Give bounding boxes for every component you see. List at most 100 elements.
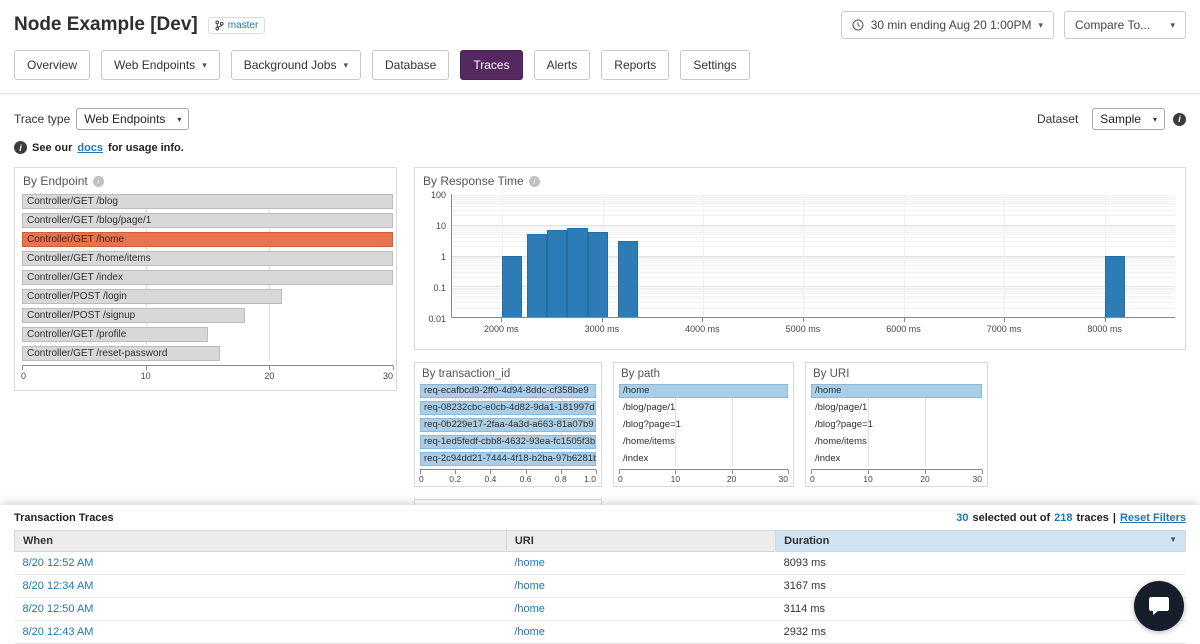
facet-row[interactable]: req-ecafbcd9-2ff0-4d94-8ddc-cf358be9 xyxy=(420,384,596,398)
trace-type-select[interactable]: Web Endpoints ▾ xyxy=(76,108,189,130)
facet-row[interactable]: req-2c94dd21-7444-4f18-b2ba-97b6281b xyxy=(420,452,596,466)
facet-row[interactable]: Controller/POST /login xyxy=(22,289,393,304)
panel-title: By Endpoint i xyxy=(15,168,396,192)
axis-tick-label: 0 xyxy=(21,371,26,381)
facet-row[interactable]: /home/items xyxy=(619,435,788,449)
info-icon[interactable]: i xyxy=(93,176,104,187)
tab-label: Database xyxy=(385,58,436,72)
histogram-bar[interactable] xyxy=(547,230,567,317)
histogram-bar[interactable] xyxy=(527,234,547,317)
uri-link[interactable]: /home xyxy=(514,580,545,592)
clock-icon xyxy=(852,19,864,31)
column-label: URI xyxy=(515,535,534,547)
x-axis: 0102030 xyxy=(619,469,788,485)
axis-tick xyxy=(702,318,703,322)
x-axis: 0102030 xyxy=(811,469,982,485)
column-header-uri[interactable]: URI xyxy=(506,531,775,552)
x-axis: 00.20.40.60.81.0 xyxy=(420,469,596,485)
column-header-duration[interactable]: Duration ▼ xyxy=(776,531,1186,552)
histogram-bar[interactable] xyxy=(588,232,608,317)
tab-overview[interactable]: Overview xyxy=(14,50,90,80)
traces-table: When URI Duration ▼ 8/20 12:52 AM/home80… xyxy=(14,530,1186,644)
trace-type-label: Trace type xyxy=(14,112,70,126)
facet-row[interactable]: Controller/GET /blog xyxy=(22,194,393,209)
dataset-select[interactable]: Sample ▾ xyxy=(1092,108,1165,130)
facet-row[interactable]: Controller/GET /home/items xyxy=(22,251,393,266)
facet-row[interactable]: /index xyxy=(811,452,982,466)
chart-body: 1001010.10.01 xyxy=(415,192,1185,318)
histogram-bar[interactable] xyxy=(502,256,522,318)
facet-label: /home/items xyxy=(811,435,982,449)
when-link[interactable]: 8/20 12:50 AM xyxy=(23,603,94,615)
axis-tick-label: 0.4 xyxy=(484,474,496,484)
facet-row[interactable]: /home/items xyxy=(811,435,982,449)
tab-label: Settings xyxy=(693,58,736,72)
tab-background-jobs[interactable]: Background Jobs▾ xyxy=(231,50,361,80)
traces-title: Transaction Traces xyxy=(14,512,114,524)
tab-settings[interactable]: Settings xyxy=(680,50,749,80)
info-icon: i xyxy=(14,141,27,154)
panel-title-text: By Endpoint xyxy=(23,174,88,188)
reset-filters-link[interactable]: Reset Filters xyxy=(1120,512,1186,524)
facet-row[interactable]: Controller/GET /blog/page/1 xyxy=(22,213,393,228)
facet-row[interactable]: Controller/GET /reset-password xyxy=(22,346,393,361)
facet-row[interactable]: req-1ed5fedf-cbb8-4632-93ea-fc1505f3b xyxy=(420,435,596,449)
tab-web-endpoints[interactable]: Web Endpoints▾ xyxy=(101,50,220,80)
facet-row[interactable]: Controller/GET /home xyxy=(22,232,393,247)
axis-tick-label: 10 xyxy=(141,371,151,381)
when-link[interactable]: 8/20 12:34 AM xyxy=(23,580,94,592)
histogram-bar[interactable] xyxy=(618,241,638,317)
facet-row[interactable]: Controller/GET /index xyxy=(22,270,393,285)
uri-link[interactable]: /home xyxy=(514,626,545,638)
facet-label: req-1ed5fedf-cbb8-4632-93ea-fc1505f3b xyxy=(420,435,596,449)
column-header-when[interactable]: When xyxy=(15,531,507,552)
axis-tick xyxy=(904,318,905,322)
duration-cell: 2932 ms xyxy=(776,621,1186,644)
when-link[interactable]: 8/20 12:52 AM xyxy=(23,557,94,569)
facet-row[interactable]: req-08232cbc-e0cb-4d82-9da1-181997d xyxy=(420,401,596,415)
tab-database[interactable]: Database xyxy=(372,50,449,80)
tab-alerts[interactable]: Alerts xyxy=(534,50,591,80)
tab-label: Alerts xyxy=(547,58,578,72)
when-link[interactable]: 8/20 12:43 AM xyxy=(23,626,94,638)
git-branch-badge[interactable]: master xyxy=(208,17,266,34)
plot-area xyxy=(451,194,1175,318)
tab-label: Web Endpoints xyxy=(114,58,195,72)
info-icon[interactable]: i xyxy=(529,176,540,187)
axis-tick-label: 30 xyxy=(973,474,982,484)
time-range-button[interactable]: 30 min ending Aug 20 1:00PM ▾ xyxy=(841,11,1054,39)
gridline xyxy=(452,199,1175,200)
header: Node Example [Dev] master 30 min ending … xyxy=(0,0,1200,47)
facet-row[interactable]: /blog/page/1 xyxy=(619,401,788,415)
header-actions: 30 min ending Aug 20 1:00PM ▾ Compare To… xyxy=(841,11,1186,39)
chat-launcher-button[interactable] xyxy=(1134,581,1184,631)
uri-link[interactable]: /home xyxy=(514,557,545,569)
facet-row[interactable]: /blog?page=1 xyxy=(619,418,788,432)
histogram-bar[interactable] xyxy=(567,228,587,317)
facet-row[interactable]: Controller/GET /profile xyxy=(22,327,393,342)
column-label: Duration xyxy=(784,535,829,547)
docs-link[interactable]: docs xyxy=(77,142,103,154)
info-icon[interactable]: i xyxy=(1173,113,1186,126)
axis-tick xyxy=(982,470,983,474)
facet-row[interactable]: /home xyxy=(811,384,982,398)
when-cell: 8/20 12:34 AM xyxy=(15,575,507,598)
histogram-bar[interactable] xyxy=(1105,256,1125,318)
facet-row[interactable]: /blog?page=1 xyxy=(811,418,982,432)
chevron-down-icon: ▾ xyxy=(177,115,181,124)
traces-header: Transaction Traces 30 selected out of 21… xyxy=(14,505,1186,530)
tab-traces[interactable]: Traces xyxy=(460,50,522,80)
facet-row[interactable]: /blog/page/1 xyxy=(811,401,982,415)
table-row: 8/20 12:52 AM/home8093 ms xyxy=(15,552,1186,575)
compare-to-button[interactable]: Compare To... ▾ xyxy=(1064,11,1186,39)
axis-tick-label: 6000 ms xyxy=(886,324,921,334)
facet-row[interactable]: /home xyxy=(619,384,788,398)
panel-title: By Response Time i xyxy=(415,168,1185,192)
gridline xyxy=(452,197,1175,198)
facet-row[interactable]: req-0b229e17-2faa-4a3d-a663-81a07b9 xyxy=(420,418,596,432)
facet-row[interactable]: Controller/POST /signup xyxy=(22,308,393,323)
tab-reports[interactable]: Reports xyxy=(601,50,669,80)
facet-row[interactable]: /index xyxy=(619,452,788,466)
facet-label: /home/items xyxy=(619,435,788,449)
uri-link[interactable]: /home xyxy=(514,603,545,615)
